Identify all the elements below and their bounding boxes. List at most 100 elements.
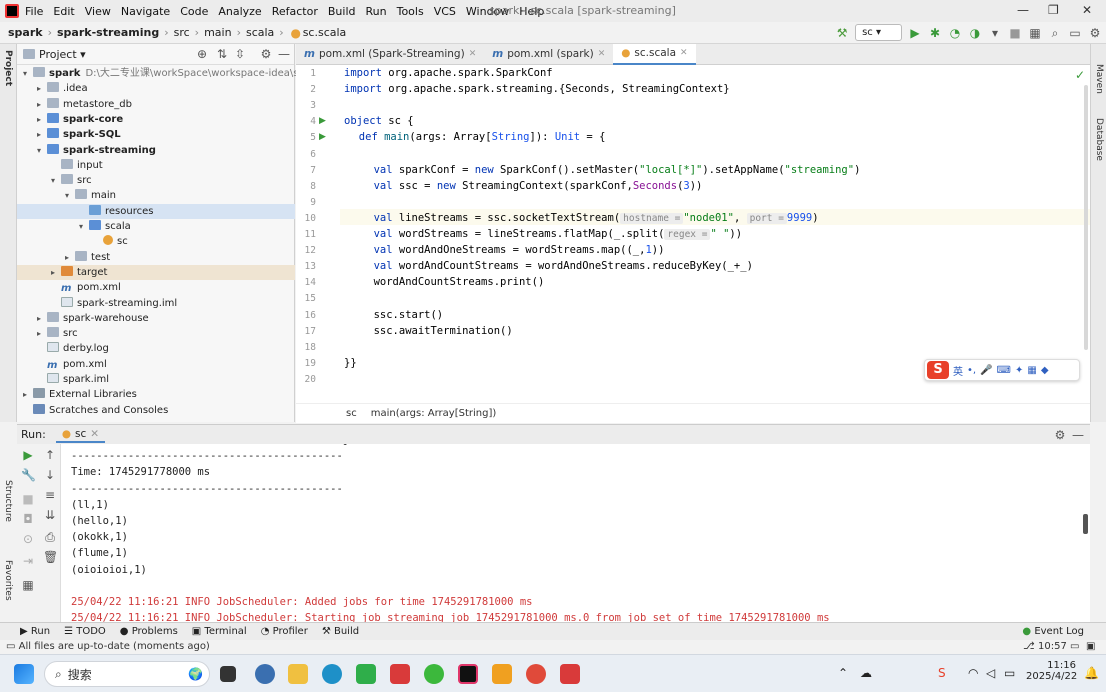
profiler-tool-button[interactable]: ◔ Profiler <box>261 626 308 637</box>
tray-chevron-icon[interactable]: ⌃ <box>838 666 848 680</box>
stop-icon[interactable]: ■ <box>1008 26 1022 40</box>
code-line[interactable]: val lineStreams = ssc.socketTextStream(h… <box>374 210 819 226</box>
stop-run-icon[interactable]: ■ <box>21 492 35 506</box>
profile-icon[interactable]: ◑ <box>968 26 982 40</box>
tree-arrow-icon[interactable]: ▾ <box>65 188 75 203</box>
debug-icon[interactable]: ✱ <box>928 26 942 40</box>
menu-run[interactable]: Run <box>366 5 387 18</box>
expand-all-icon[interactable]: ⇅ <box>215 47 229 61</box>
no-problems-check-icon[interactable]: ✓ <box>1075 68 1085 82</box>
tree-item[interactable]: resources <box>17 203 295 219</box>
database-tool-tab[interactable]: Database <box>1094 118 1104 161</box>
red-app-icon[interactable] <box>526 664 546 684</box>
menu-edit[interactable]: Edit <box>53 5 74 18</box>
menu-analyze[interactable]: Analyze <box>218 5 261 18</box>
tree-arrow-icon[interactable]: ▸ <box>23 387 33 402</box>
skin-icon[interactable]: ✦ <box>1015 365 1023 376</box>
tree-item[interactable]: derby.log <box>17 341 295 356</box>
exit-icon[interactable]: ⇥ <box>21 554 35 568</box>
rerun-icon[interactable]: ▶ <box>21 448 35 462</box>
taskbar-clock[interactable]: 11:16 2025/4/22 <box>1026 660 1077 682</box>
ime-lang-toggle[interactable]: 英 <box>953 363 963 378</box>
clear-trash-icon[interactable]: 🗑 <box>43 550 58 564</box>
menu-code[interactable]: Code <box>180 5 208 18</box>
menu-file[interactable]: File <box>25 5 43 18</box>
problems-tool-button[interactable]: ● Problems <box>120 626 178 637</box>
tree-arrow-icon[interactable]: ▸ <box>51 265 61 280</box>
code-line[interactable]: ssc.start() <box>374 307 444 323</box>
tree-item[interactable]: ▾ spark D:\大二专业课\workSpace\workspace-idea\… <box>17 66 321 81</box>
project-structure-icon[interactable]: ▦ <box>1028 26 1042 40</box>
menu-refactor[interactable]: Refactor <box>272 5 318 18</box>
settings-icon[interactable]: ⚙ <box>1088 26 1102 40</box>
coverage-icon[interactable]: ◔ <box>948 26 962 40</box>
tree-arrow-icon[interactable]: ▸ <box>37 326 47 341</box>
run-hide-icon[interactable]: — <box>1071 428 1085 442</box>
editor-tab[interactable]: m pom.xml (Spark-Streaming) ✕ <box>296 44 484 65</box>
structure-tool-tab[interactable]: Structure <box>3 480 13 522</box>
layout-grid-icon[interactable]: ▦ <box>21 578 35 592</box>
code-line[interactable]: import org.apache.spark.streaming.{Secon… <box>344 81 730 97</box>
run-console[interactable]: 25/04/22 11:16:18 INFO JobScheduler: Add… <box>61 444 1090 622</box>
taskbar-search[interactable]: ⌕ 搜索 🌍 <box>44 661 210 687</box>
file-explorer-icon[interactable] <box>288 664 308 684</box>
tree-arrow-icon[interactable]: ▾ <box>51 173 61 188</box>
code-line[interactable]: import org.apache.spark.SparkConf <box>344 65 553 81</box>
camera-icon[interactable]: ◘ <box>21 512 35 526</box>
microphone-icon[interactable]: 🎤 <box>980 365 992 376</box>
tree-item[interactable]: spark-streaming.iml <box>17 296 295 311</box>
restore-icon[interactable]: ❐ <box>1048 3 1059 17</box>
status-lock-icon[interactable]: ▣ <box>1086 640 1095 654</box>
green-app-icon[interactable] <box>356 664 376 684</box>
soft-wrap-icon[interactable]: ≡ <box>43 488 57 502</box>
close-tab-icon[interactable]: ✕ <box>598 44 606 65</box>
run-gutter-icon[interactable]: ▶ <box>319 132 326 142</box>
more-run-icon[interactable]: ▾ <box>988 26 1002 40</box>
wps-icon[interactable] <box>390 664 410 684</box>
close-icon[interactable]: ✕ <box>1082 3 1092 17</box>
breadcrumb-main[interactable]: main <box>204 26 231 39</box>
minimize-icon[interactable]: — <box>1017 3 1029 17</box>
tree-arrow-icon[interactable]: ▾ <box>23 66 33 81</box>
tree-item[interactable]: m pom.xml <box>17 357 295 372</box>
ime-toolbar[interactable]: S 英 •, 🎤 ⌨ ✦ ▦ ◆ <box>924 359 1080 381</box>
status-memory-icon[interactable]: ▭ <box>1070 640 1079 654</box>
tree-item[interactable]: ▾ src <box>17 173 295 188</box>
tree-item[interactable]: ▸ spark-warehouse <box>17 311 295 326</box>
tree-arrow-icon[interactable]: ▸ <box>37 127 47 142</box>
build-tool-button[interactable]: ⚒ Build <box>322 626 359 637</box>
tree-item[interactable]: ▾ scala <box>17 219 295 234</box>
run-tool-button[interactable]: ▶ Run <box>20 626 50 637</box>
breadcrumb-src[interactable]: src <box>174 26 190 39</box>
run-config-select[interactable]: sc ▾ <box>855 24 902 41</box>
scroll-to-end-icon[interactable]: ⇊ <box>43 508 57 522</box>
layout-icon[interactable]: ▭ <box>1068 26 1082 40</box>
pin-icon[interactable]: ⊙ <box>21 532 35 546</box>
tree-item[interactable]: input <box>17 158 295 173</box>
run-gutter-icon[interactable]: ▶ <box>319 116 326 126</box>
task-view-icon[interactable] <box>220 666 236 682</box>
tree-item[interactable]: ▸ src <box>17 326 295 341</box>
code-line[interactable]: val wordAndCountStreams = wordAndOneStre… <box>374 258 753 274</box>
edge-browser-icon[interactable] <box>322 664 342 684</box>
cursor-position[interactable]: 10:57 <box>1038 640 1067 654</box>
terminal-tool-button[interactable]: ▣ Terminal <box>192 626 247 637</box>
code-line[interactable]: }} <box>344 355 357 371</box>
breadcrumb-spark-streaming[interactable]: spark-streaming <box>57 26 159 39</box>
hide-panel-icon[interactable]: — <box>277 47 291 61</box>
wrench-icon[interactable]: 🔧 <box>21 468 36 482</box>
project-view-select[interactable]: Project ▾ <box>39 48 86 61</box>
menu-view[interactable]: View <box>85 5 111 18</box>
tree-item[interactable]: m pom.xml <box>17 280 295 295</box>
search-everywhere-icon[interactable]: ⌕ <box>1048 26 1062 40</box>
editor-scrollbar[interactable] <box>1084 85 1088 350</box>
tree-arrow-icon[interactable]: ▾ <box>79 219 89 234</box>
code-line[interactable]: object sc { <box>344 113 414 129</box>
tree-arrow-icon[interactable]: ▸ <box>37 81 47 96</box>
tree-item[interactable]: sc <box>17 234 295 249</box>
code-line[interactable]: ssc.awaitTermination() <box>374 323 513 339</box>
tree-item[interactable]: ▸ spark-core <box>17 112 295 127</box>
editor-tab[interactable]: ● sc.scala ✕ <box>613 44 696 65</box>
breadcrumb-scala[interactable]: scala <box>246 26 274 39</box>
collapse-all-icon[interactable]: ⇳ <box>233 47 247 61</box>
